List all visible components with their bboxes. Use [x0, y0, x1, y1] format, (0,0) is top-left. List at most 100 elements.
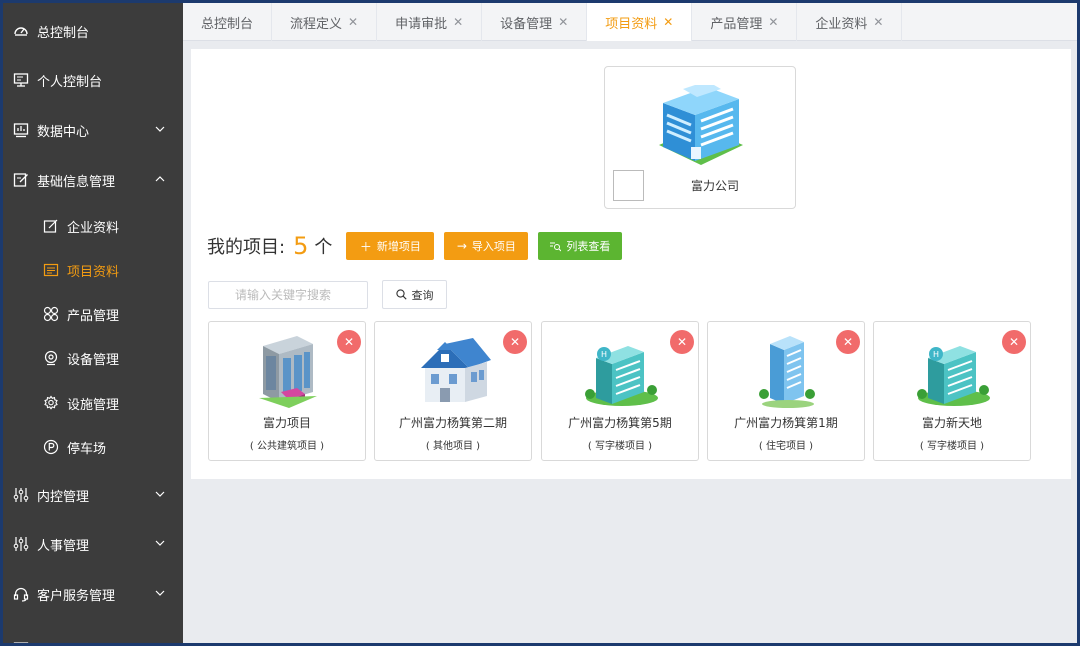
- tab-label: 项目资料: [605, 16, 658, 32]
- arrow-right-icon: →: [456, 239, 467, 253]
- chevron-down-icon: [155, 538, 165, 548]
- sidebar: 总控制台 个人控制台 数据中心 基础信息管理 企业资料 项目资料 产品管理 设备…: [3, 3, 183, 643]
- device-icon: [43, 350, 59, 366]
- tab-label: 设备管理: [500, 16, 553, 32]
- close-icon[interactable]: ✕: [768, 15, 778, 29]
- project-type: ( 住宅项目 ): [758, 441, 814, 452]
- headset-icon: [13, 586, 29, 602]
- sliders-icon: [13, 536, 29, 552]
- project-card[interactable]: ✕ 富力项目 ( 公共建筑项目 ): [208, 321, 366, 461]
- delete-button[interactable]: ✕: [670, 330, 694, 354]
- sidebar-item-internal-control[interactable]: 内控管理: [3, 475, 183, 515]
- sidebar-item-data-center[interactable]: 数据中心: [3, 110, 183, 150]
- monitor-icon: [13, 72, 29, 88]
- projects-toolbar: 我的项目: 5 个 ＋ 新增项目 → 导入项目 列表查看: [207, 232, 632, 260]
- residential-tower-icon: [748, 336, 826, 408]
- sidebar-item-personal-console[interactable]: 个人控制台: [3, 60, 183, 100]
- tab-device-management[interactable]: 设备管理 ✕: [482, 3, 588, 41]
- project-card[interactable]: ✕ H 富力新天地 ( 写字楼项目 ): [873, 321, 1031, 461]
- delete-button[interactable]: ✕: [503, 330, 527, 354]
- project-name: 广州富力杨箕第二期: [398, 416, 507, 430]
- delete-button[interactable]: ✕: [1002, 330, 1026, 354]
- project-name: 广州富力杨箕第1期: [734, 416, 838, 430]
- list-view-button[interactable]: 列表查看: [538, 232, 623, 260]
- list-search-icon: [550, 241, 562, 252]
- sidebar-item-label: 人事管理: [37, 538, 90, 554]
- company-name: 富力公司: [691, 179, 740, 193]
- parking-icon: [43, 439, 59, 455]
- project-card[interactable]: ✕ 广州富力杨箕第1期 ( 住宅项目 ): [707, 321, 865, 461]
- search-button[interactable]: 查询: [382, 280, 447, 309]
- project-name: 富力新天地: [921, 416, 982, 430]
- tab-bar: 总控制台 流程定义 ✕ 申请审批 ✕ 设备管理 ✕ 项目资料 ✕ 产品管理 ✕ …: [183, 3, 1077, 41]
- close-icon[interactable]: ✕: [663, 15, 673, 29]
- tab-enterprise-info[interactable]: 企业资料 ✕: [797, 3, 903, 41]
- search-button-label: 查询: [411, 288, 434, 302]
- import-project-label: 导入项目: [471, 240, 516, 253]
- sidebar-subitem-label: 设备管理: [67, 352, 120, 368]
- office-building-icon: H: [582, 336, 660, 408]
- projects-count: 5: [293, 232, 309, 260]
- sidebar-item-hr-management[interactable]: 人事管理: [3, 524, 183, 564]
- data-chart-icon: [13, 122, 29, 138]
- tab-project-info[interactable]: 项目资料 ✕: [587, 3, 693, 41]
- sidebar-item-label: 基础信息管理: [37, 174, 116, 190]
- tab-label: 总控制台: [201, 16, 254, 32]
- import-project-button[interactable]: → 导入项目: [444, 232, 529, 260]
- delete-button[interactable]: ✕: [337, 330, 361, 354]
- tab-label: 企业资料: [815, 16, 868, 32]
- search-input[interactable]: [208, 281, 368, 309]
- public-building-icon: [249, 336, 327, 408]
- sidebar-subitem-label: 设施管理: [67, 397, 120, 413]
- chevron-up-icon: [155, 174, 165, 184]
- project-card[interactable]: ✕ 广州富力杨箕第二期 ( 其他项目 ): [374, 321, 532, 461]
- sidebar-item-label: 客户服务管理: [37, 588, 116, 604]
- tab-label: 流程定义: [290, 16, 343, 32]
- tab-product-management[interactable]: 产品管理 ✕: [692, 3, 798, 41]
- app-window: 总控制台 个人控制台 数据中心 基础信息管理 企业资料 项目资料 产品管理 设备…: [3, 3, 1077, 643]
- apps-icon: [43, 306, 59, 322]
- add-project-button[interactable]: ＋ 新增项目: [346, 232, 435, 260]
- project-type: ( 其他项目 ): [425, 441, 481, 452]
- chevron-down-icon: [155, 124, 165, 134]
- delete-button[interactable]: ✕: [836, 330, 860, 354]
- project-card[interactable]: ✕ H 广州富力杨箕第5期 ( 写字楼项目 ): [541, 321, 699, 461]
- projects-unit: 个: [314, 237, 333, 258]
- project-type: ( 写字楼项目 ): [587, 441, 653, 452]
- sliders-icon: [13, 487, 29, 503]
- close-icon[interactable]: ✕: [348, 15, 358, 29]
- tab-application-approval[interactable]: 申请审批 ✕: [377, 3, 483, 41]
- close-icon[interactable]: ✕: [558, 15, 568, 29]
- project-name: 富力项目: [262, 416, 311, 430]
- company-card[interactable]: 富力公司: [604, 66, 796, 209]
- sidebar-subitem-project-info[interactable]: 项目资料: [3, 252, 183, 288]
- edit-icon: [13, 172, 29, 188]
- sidebar-item-customer-service[interactable]: 客户服务管理: [3, 574, 183, 614]
- sidebar-subitem-parking[interactable]: 停车场: [3, 429, 183, 465]
- sidebar-item-basic-info[interactable]: 基础信息管理: [3, 160, 183, 200]
- sidebar-subitem-label: 产品管理: [67, 308, 120, 324]
- company-logo-image: [613, 170, 644, 201]
- chevron-down-icon: [155, 489, 165, 499]
- close-icon[interactable]: ✕: [873, 15, 883, 29]
- project-name: 广州富力杨箕第5期: [568, 416, 672, 430]
- sidebar-subitem-product-management[interactable]: 产品管理: [3, 296, 183, 332]
- main-content: 富力公司 我的项目: 5 个 ＋ 新增项目 → 导入项目 列表查看 请输入关键字…: [191, 49, 1071, 479]
- gear-icon: [43, 395, 59, 411]
- sidebar-item-label: 总控制台: [37, 25, 90, 41]
- sidebar-subitem-facility-management[interactable]: 设施管理: [3, 385, 183, 421]
- project-type: ( 公共建筑项目 ): [249, 441, 325, 452]
- sidebar-item-label: 个人控制台: [37, 74, 103, 90]
- tab-process-definition[interactable]: 流程定义 ✕: [272, 3, 378, 41]
- close-icon[interactable]: ✕: [453, 15, 463, 29]
- chevron-down-icon: [155, 588, 165, 598]
- list-icon: [43, 262, 59, 278]
- svg-text:H: H: [933, 350, 939, 359]
- sidebar-subitem-device-management[interactable]: 设备管理: [3, 340, 183, 376]
- office-building-icon: H: [914, 336, 992, 408]
- list-view-label: 列表查看: [566, 240, 611, 253]
- sidebar-item-truncated[interactable]: [3, 629, 183, 643]
- sidebar-subitem-enterprise-info[interactable]: 企业资料: [3, 208, 183, 244]
- sidebar-item-dashboard[interactable]: 总控制台: [3, 11, 183, 51]
- tab-dashboard[interactable]: 总控制台: [183, 3, 273, 41]
